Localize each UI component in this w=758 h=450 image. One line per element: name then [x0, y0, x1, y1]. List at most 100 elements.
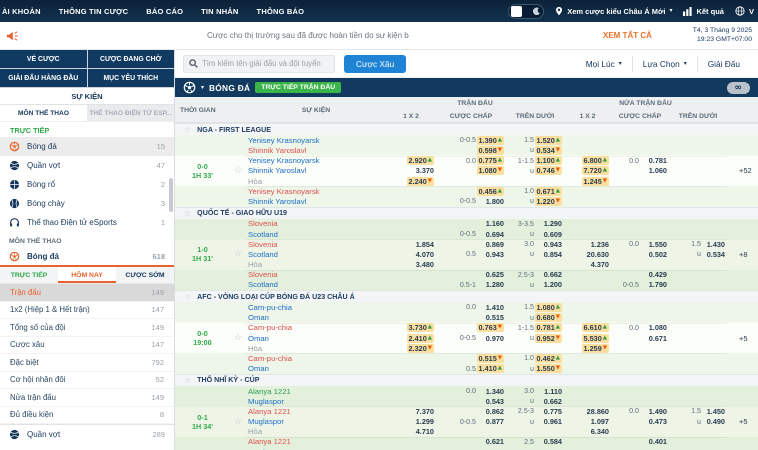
team-name[interactable]: Muglaspor — [246, 396, 386, 406]
football-menu-item[interactable]: Cược xâu147 — [0, 337, 174, 355]
team-name[interactable]: Cam-pu-chia — [246, 323, 386, 333]
more-markets-link[interactable]: +5 — [727, 386, 758, 450]
odds-value[interactable]: 1.097 — [591, 417, 609, 426]
odds-value[interactable]: 1.299 — [416, 417, 434, 426]
odds-value[interactable]: 1.110 — [544, 387, 562, 396]
team-name[interactable]: Cam-pu-chia — [246, 302, 386, 312]
odds-value[interactable]: 1.100▲ — [535, 156, 563, 165]
team-name[interactable]: Oman — [246, 363, 386, 373]
team-name[interactable]: Shinnik Yaroslavl — [246, 166, 386, 176]
team-name[interactable]: Yenisey Krasnoyarsk — [246, 156, 386, 166]
odds-value[interactable]: 4.070 — [416, 250, 434, 259]
sidebar-item-sport[interactable]: Bóng đá15 — [0, 137, 174, 156]
subtab-today[interactable]: HÔM NAY — [58, 267, 116, 283]
see-all-link[interactable]: XEM TẤT CẢ — [603, 31, 652, 40]
dark-mode-toggle[interactable] — [508, 4, 544, 19]
odds-value[interactable]: 0.662 — [544, 397, 562, 406]
more-markets-link[interactable]: +8 — [727, 219, 758, 290]
odds-value[interactable]: 0.609 — [544, 230, 562, 239]
odds-value[interactable]: 7.370 — [416, 407, 434, 416]
odds-value[interactable]: 1.220▼ — [535, 197, 563, 206]
search-input[interactable] — [202, 59, 329, 68]
odds-value[interactable]: 2.410▲ — [407, 334, 435, 343]
star-icon[interactable]: ☆ — [184, 209, 191, 218]
parlay-button[interactable]: Cược Xâu — [344, 55, 406, 73]
view-mode-selector[interactable]: Xem cược kiểu Châu Á Mới ▾ — [555, 6, 672, 16]
odds-value[interactable]: 1.245▼ — [582, 177, 610, 186]
odds-value[interactable]: 0.662 — [544, 270, 562, 279]
odds-value[interactable]: 1.550 — [649, 240, 667, 249]
odds-value[interactable]: 0.462▲ — [535, 354, 563, 363]
odds-value[interactable]: 1.060 — [649, 166, 667, 175]
odds-value[interactable]: 3.730▲ — [407, 323, 435, 332]
odds-value[interactable]: 0.952▼ — [535, 334, 563, 343]
odds-value[interactable]: 0.534▼ — [535, 146, 563, 155]
favorite-star-icon[interactable]: ☆ — [230, 135, 246, 206]
odds-value[interactable]: 0.543 — [486, 397, 504, 406]
football-menu-item[interactable]: Tổng số của đội149 — [0, 319, 174, 337]
team-name[interactable]: Hòa — [246, 343, 386, 353]
odds-value[interactable]: 1.290 — [544, 219, 562, 228]
odds-value[interactable]: 1.080▼ — [477, 166, 505, 175]
soccer-ball-white-icon[interactable] — [183, 81, 196, 94]
odds-value[interactable]: 1.790 — [649, 280, 667, 289]
odds-value[interactable]: 0.854 — [544, 250, 562, 259]
more-markets-link[interactable]: +5 — [727, 302, 758, 373]
subtab-live[interactable]: TRỰC TIẾP — [0, 267, 58, 283]
filter-dropdown[interactable]: Mọi Lúc▾ — [576, 56, 632, 72]
football-menu-item[interactable]: Nửa trận đấu149 — [0, 389, 174, 407]
sidebar-button[interactable]: CƯỢC ĐANG CHỜ — [88, 50, 175, 68]
odds-value[interactable]: 1.854 — [416, 240, 434, 249]
topnav-item[interactable]: THÔNG BÁO — [248, 7, 314, 16]
sidebar-item-tennis[interactable]: Quần vợt 289 — [0, 424, 174, 443]
team-name[interactable]: Slovenia — [246, 270, 386, 280]
odds-value[interactable]: 6.610▲ — [582, 323, 610, 332]
sidebar-button[interactable]: MỤC YÊU THÍCH — [88, 69, 175, 87]
odds-value[interactable]: 1.200 — [544, 280, 562, 289]
odds-value[interactable]: 0.584 — [544, 437, 562, 446]
team-name[interactable]: Yenisey Krasnoyarsk — [246, 135, 386, 145]
odds-value[interactable]: 20.630 — [587, 250, 609, 259]
odds-value[interactable]: 0.970 — [486, 334, 504, 343]
topnav-item[interactable]: BÁO CÁO — [137, 7, 192, 16]
odds-value[interactable]: 0.961 — [544, 417, 562, 426]
odds-value[interactable]: 0.694 — [486, 230, 504, 239]
team-name[interactable]: Scotland — [246, 280, 386, 290]
odds-value[interactable]: 3.480 — [416, 260, 434, 269]
odds-value[interactable]: 4.370 — [591, 260, 609, 269]
odds-value[interactable]: 0.490 — [707, 417, 725, 426]
odds-value[interactable]: 5.530▲ — [582, 334, 610, 343]
odds-value[interactable]: 6.340 — [591, 427, 609, 436]
tab-esports[interactable]: THỂ THAO ĐIỆN TỬ ESP... — [87, 105, 174, 121]
team-name[interactable]: Alanya 1221 — [246, 437, 386, 447]
filter-dropdown[interactable]: Giải Đấu — [697, 56, 750, 72]
sidebar-item-sport[interactable]: Bóng rổ2 — [0, 175, 174, 194]
odds-value[interactable]: 0.456▲ — [477, 187, 505, 196]
odds-value[interactable]: 1.080▲ — [535, 303, 563, 312]
odds-value[interactable]: 0.869 — [486, 240, 504, 249]
infinity-toggle[interactable]: ∞ — [727, 82, 751, 94]
results-link[interactable]: Kết quả — [683, 7, 724, 16]
odds-value[interactable]: 0.534 — [707, 250, 725, 259]
team-name[interactable]: Alanya 1221 — [246, 386, 386, 396]
odds-value[interactable]: 1.520▲ — [535, 136, 563, 145]
topnav-item[interactable]: ÀI KHOẢN — [0, 7, 50, 16]
odds-value[interactable]: 0.877 — [486, 417, 504, 426]
odds-value[interactable]: 0.401 — [649, 437, 667, 446]
odds-value[interactable]: 28.860 — [587, 407, 609, 416]
odds-value[interactable]: 1.259▼ — [582, 344, 610, 353]
football-menu-item[interactable]: Trận đấu149 — [0, 284, 174, 302]
team-name[interactable]: Oman — [246, 313, 386, 323]
odds-value[interactable]: 0.775▲ — [477, 156, 505, 165]
odds-value[interactable]: 7.720▲ — [582, 166, 610, 175]
star-icon[interactable]: ☆ — [184, 376, 191, 385]
star-icon[interactable]: ☆ — [184, 125, 191, 134]
odds-value[interactable]: 2.920▲ — [407, 156, 435, 165]
topnav-item[interactable]: THÔNG TIN CƯỢC — [50, 7, 138, 16]
sport-chevron-icon[interactable]: ▾ — [201, 85, 204, 91]
team-name[interactable]: Shinnik Yaroslavl — [246, 196, 386, 206]
odds-value[interactable]: 0.515 — [486, 313, 504, 322]
odds-value[interactable]: 1.410▲ — [477, 364, 505, 373]
odds-value[interactable]: 1.340 — [486, 387, 504, 396]
team-name[interactable]: Alanya 1221 — [246, 406, 386, 416]
